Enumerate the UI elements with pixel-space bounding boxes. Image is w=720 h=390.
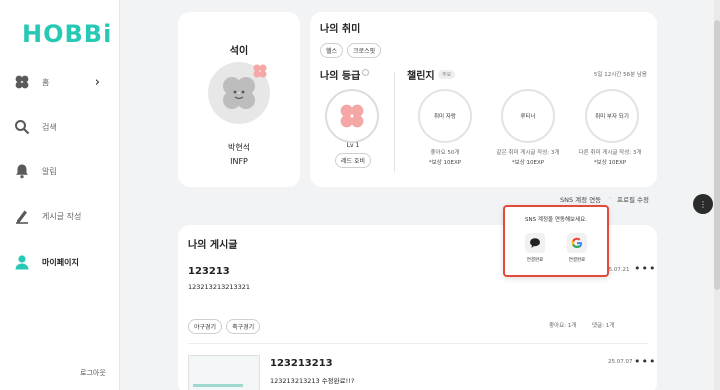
post-thumbnail[interactable] xyxy=(188,355,260,390)
grade-title: 나의 등급 xyxy=(320,71,361,82)
post-title[interactable]: 123213213 xyxy=(270,358,333,369)
profile-name: 박현석 xyxy=(227,143,251,152)
sidebar-item-search[interactable]: 검색 xyxy=(14,116,114,138)
avatar[interactable] xyxy=(208,62,270,124)
post-tag[interactable]: 야구경기 xyxy=(188,319,223,334)
grade-clover-icon xyxy=(340,104,364,128)
scrollbar-thumb[interactable] xyxy=(714,20,720,290)
chevron-right-icon: › xyxy=(94,75,100,90)
sidebar-item-label: 마이페이지 xyxy=(42,257,79,267)
hobby-title: 나의 취미 xyxy=(320,24,361,35)
scrollbar[interactable] xyxy=(714,0,720,390)
post-body: 123213213213321 xyxy=(188,283,251,291)
challenge-remaining: 5일 12시간 56분 남음 xyxy=(593,72,647,78)
pink-clover-icon xyxy=(253,64,267,78)
challenge-ring[interactable]: 루티너 xyxy=(501,89,555,143)
info-icon[interactable] xyxy=(362,69,369,76)
logout-link[interactable]: 로그아웃 xyxy=(80,368,106,378)
kakao-button[interactable] xyxy=(525,233,545,253)
grade-badge: 레드 호비 xyxy=(335,153,371,168)
challenge-ring[interactable]: 취미 자랑 xyxy=(418,89,472,143)
kakao-status: 연결완료 xyxy=(526,258,544,263)
challenge-desc: 같은 취미 게시글 작성: 3개 xyxy=(496,150,560,156)
bell-icon xyxy=(14,163,30,179)
divider xyxy=(394,72,395,172)
hobby-tags: 헬스 크로스핏 xyxy=(320,43,382,58)
grade-ring xyxy=(325,89,379,143)
sns-link[interactable]: SNS 계정 연동 xyxy=(560,194,601,204)
challenge-reward: *보상 10EXP xyxy=(428,160,462,166)
more-options-icon[interactable]: ••• xyxy=(634,262,656,275)
divider xyxy=(188,343,648,344)
post-comments: 댓글: 1개 xyxy=(592,323,615,329)
app-logo[interactable]: HOBBi xyxy=(22,20,112,48)
grade-level: Lv 1 xyxy=(346,142,360,149)
challenge-name: 취미 부자 되기 xyxy=(595,114,629,120)
link-separator: · xyxy=(609,194,612,202)
post-title[interactable]: 123213 xyxy=(188,266,230,277)
floating-menu-button[interactable]: ⋮ xyxy=(693,194,713,214)
sidebar-item-mypage[interactable]: 마이페이지 xyxy=(14,251,114,273)
sidebar: HOBBi 홈 › 검색 알림 게시글 작성 마이페이지 로그아웃 xyxy=(0,0,120,390)
pencil-icon xyxy=(14,208,30,224)
chat-bubble-icon xyxy=(530,238,540,248)
search-icon xyxy=(14,119,30,135)
challenge-reward: *보상 10EXP xyxy=(511,160,545,166)
challenge-title: 챌린지 xyxy=(407,71,435,82)
post-body: 123213213213 수정완료!!? xyxy=(270,377,355,385)
challenge-name: 취미 자랑 xyxy=(434,114,456,120)
post-tag[interactable]: 축구경기 xyxy=(226,319,261,334)
google-status: 연결완료 xyxy=(568,258,586,263)
posts-title: 나의 게시글 xyxy=(188,240,238,251)
profile-card: 석이 박현석 INFP xyxy=(178,12,300,187)
challenge-desc: 다른 취미 게시글 작성: 3개 xyxy=(578,150,642,156)
challenge-name: 루티너 xyxy=(520,114,536,120)
challenge-tag: 주요 xyxy=(438,70,456,79)
more-options-icon[interactable]: ••• xyxy=(634,355,656,368)
sidebar-item-label: 검색 xyxy=(42,122,57,132)
sidebar-item-notifications[interactable]: 알림 xyxy=(14,160,114,182)
challenge-reward: *보상 10EXP xyxy=(593,160,627,166)
user-icon xyxy=(14,254,30,270)
profile-edit-link[interactable]: 프로필 수정 xyxy=(617,194,649,204)
challenge-desc: 좋아요 50개 xyxy=(430,150,460,156)
profile-nickname: 석이 xyxy=(229,46,249,57)
post-likes: 좋아요: 1개 xyxy=(549,323,577,329)
post-tags: 야구경기 축구경기 xyxy=(188,319,261,334)
sidebar-item-label: 게시글 작성 xyxy=(42,211,82,221)
sns-popup: SNS 계정을 연동해보세요. 연결완료 연결완료 xyxy=(503,205,609,277)
google-icon xyxy=(571,237,582,248)
thumbnail-bar xyxy=(193,384,243,387)
sidebar-item-write[interactable]: 게시글 작성 xyxy=(14,205,114,227)
sidebar-item-home[interactable]: 홈 › xyxy=(14,71,114,93)
hobby-tag: 헬스 xyxy=(320,43,344,58)
post-date: 25.07.07 xyxy=(608,359,633,365)
challenge-ring[interactable]: 취미 부자 되기 xyxy=(585,89,639,143)
sidebar-item-label: 알림 xyxy=(42,166,57,176)
sns-popup-title: SNS 계정을 연동해보세요. xyxy=(525,217,587,223)
sidebar-item-label: 홈 xyxy=(42,77,50,87)
profile-mbti: INFP xyxy=(230,157,248,166)
clover-icon xyxy=(14,74,30,90)
hobby-grade-card: 나의 취미 헬스 크로스핏 나의 등급 Lv 1 레드 호비 챌린지 주요 5일… xyxy=(310,12,657,187)
hobby-tag: 크로스핏 xyxy=(347,43,382,58)
google-button[interactable] xyxy=(567,233,587,253)
